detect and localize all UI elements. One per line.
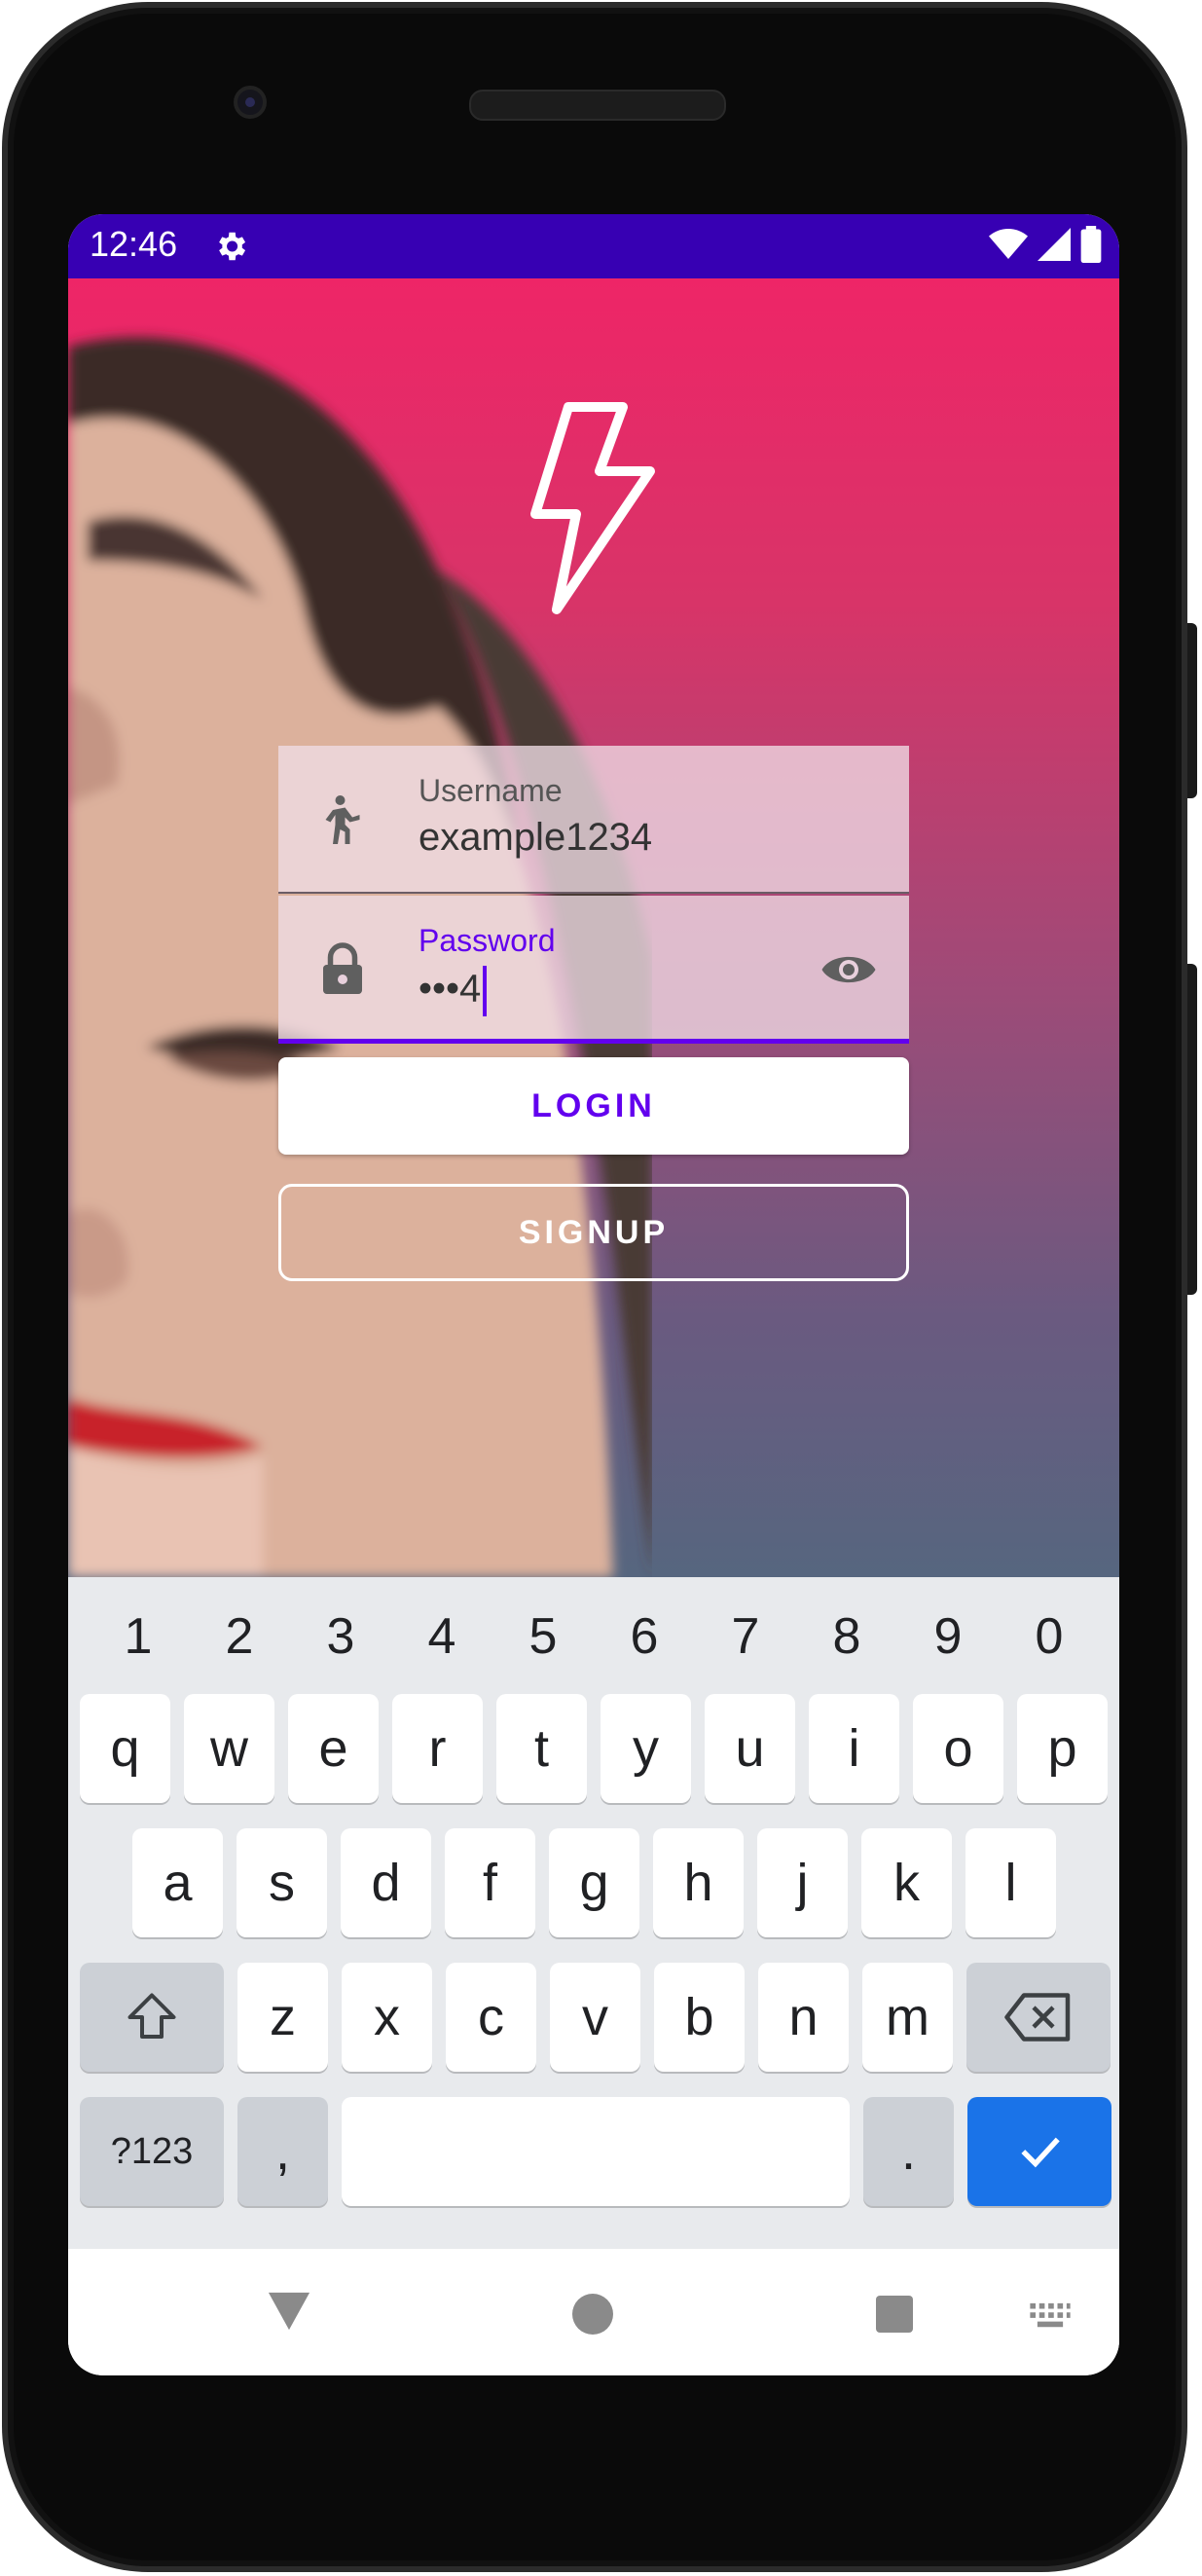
backspace-key[interactable] (966, 1963, 1111, 2072)
period-key[interactable]: . (863, 2097, 954, 2206)
wifi-icon (989, 229, 1028, 259)
front-camera (234, 86, 267, 119)
status-bar: 12:46 (68, 214, 1119, 278)
key-4[interactable]: 4 (398, 1593, 486, 1680)
phone-frame: 12:46 Username example1234 Password •••4… (0, 0, 1202, 2576)
key-1[interactable]: 1 (94, 1593, 182, 1680)
key-row-1: q w e r t y u i o p (80, 1694, 1108, 1803)
keyboard-switch-icon[interactable] (1028, 2301, 1073, 2331)
key-o[interactable]: o (913, 1694, 1003, 1803)
status-time: 12:46 (90, 224, 178, 264)
key-d[interactable]: d (341, 1828, 431, 1937)
key-z[interactable]: z (237, 1963, 328, 2072)
key-s[interactable]: s (237, 1828, 327, 1937)
username-label: Username (419, 773, 563, 808)
home-icon[interactable] (572, 2294, 613, 2335)
login-button[interactable]: LOGIN (278, 1057, 909, 1155)
key-3[interactable]: 3 (297, 1593, 384, 1680)
key-row-3: z x c v b n m (80, 1963, 1111, 2072)
key-e[interactable]: e (288, 1694, 379, 1803)
status-icons (989, 226, 1102, 263)
key-0[interactable]: 0 (1005, 1593, 1093, 1680)
key-h[interactable]: h (653, 1828, 744, 1937)
settings-gear-icon (219, 232, 246, 261)
key-r[interactable]: r (392, 1694, 483, 1803)
key-u[interactable]: u (705, 1694, 795, 1803)
cellular-signal-icon (1038, 228, 1071, 261)
key-c[interactable]: c (446, 1963, 536, 2072)
key-y[interactable]: y (601, 1694, 691, 1803)
password-field[interactable]: Password •••4 (278, 896, 909, 1044)
key-v[interactable]: v (550, 1963, 640, 2072)
signup-button[interactable]: SIGNUP (278, 1184, 909, 1281)
key-q[interactable]: q (80, 1694, 170, 1803)
eye-icon[interactable] (818, 940, 880, 999)
key-g[interactable]: g (549, 1828, 639, 1937)
lock-icon (323, 942, 362, 994)
key-row-4: ?123 , . (80, 2097, 1111, 2206)
login-screen: Username example1234 Password •••4 LOGIN (68, 278, 1119, 1577)
key-x[interactable]: x (342, 1963, 432, 2072)
navigation-bar (68, 2249, 1119, 2375)
password-value-wrap[interactable]: •••4 (419, 966, 488, 1016)
key-8[interactable]: 8 (803, 1593, 891, 1680)
key-f[interactable]: f (445, 1828, 535, 1937)
key-t[interactable]: t (496, 1694, 587, 1803)
key-j[interactable]: j (757, 1828, 848, 1937)
key-i[interactable]: i (809, 1694, 899, 1803)
backspace-icon (1004, 1993, 1071, 2042)
back-icon[interactable] (267, 2290, 311, 2333)
battery-icon (1080, 226, 1102, 263)
key-5[interactable]: 5 (499, 1593, 587, 1680)
key-l[interactable]: l (965, 1828, 1056, 1937)
lightning-bolt-icon (530, 402, 655, 614)
shift-icon (127, 1993, 176, 2039)
earpiece-speaker (469, 90, 726, 121)
key-b[interactable]: b (654, 1963, 745, 2072)
password-value: •••4 (419, 967, 482, 1011)
username-field[interactable]: Username example1234 (278, 746, 909, 894)
key-w[interactable]: w (184, 1694, 274, 1803)
soft-keyboard: 1 2 3 4 5 6 7 8 9 0 q w e r t y u i o p … (68, 1577, 1119, 2249)
username-value[interactable]: example1234 (419, 816, 652, 860)
comma-key[interactable]: , (237, 2097, 328, 2206)
space-key[interactable] (342, 2097, 850, 2206)
key-n[interactable]: n (758, 1963, 849, 2072)
key-a[interactable]: a (132, 1828, 223, 1937)
text-cursor (483, 966, 488, 1016)
password-label: Password (419, 923, 556, 958)
key-row-2: a s d f g h j k l (132, 1828, 1056, 1937)
number-row: 1 2 3 4 5 6 7 8 9 0 (68, 1593, 1119, 1680)
key-7[interactable]: 7 (702, 1593, 789, 1680)
done-key[interactable] (967, 2097, 1111, 2206)
key-6[interactable]: 6 (601, 1593, 688, 1680)
symbols-key[interactable]: ?123 (80, 2097, 224, 2206)
checkmark-icon (1021, 2137, 1060, 2168)
key-9[interactable]: 9 (904, 1593, 992, 1680)
shift-key[interactable] (80, 1963, 224, 2072)
key-m[interactable]: m (862, 1963, 953, 2072)
recents-icon[interactable] (876, 2296, 913, 2333)
key-k[interactable]: k (861, 1828, 952, 1937)
key-p[interactable]: p (1017, 1694, 1108, 1803)
key-2[interactable]: 2 (196, 1593, 283, 1680)
person-walking-icon (325, 795, 360, 844)
screen: 12:46 Username example1234 Password •••4… (68, 214, 1119, 2375)
